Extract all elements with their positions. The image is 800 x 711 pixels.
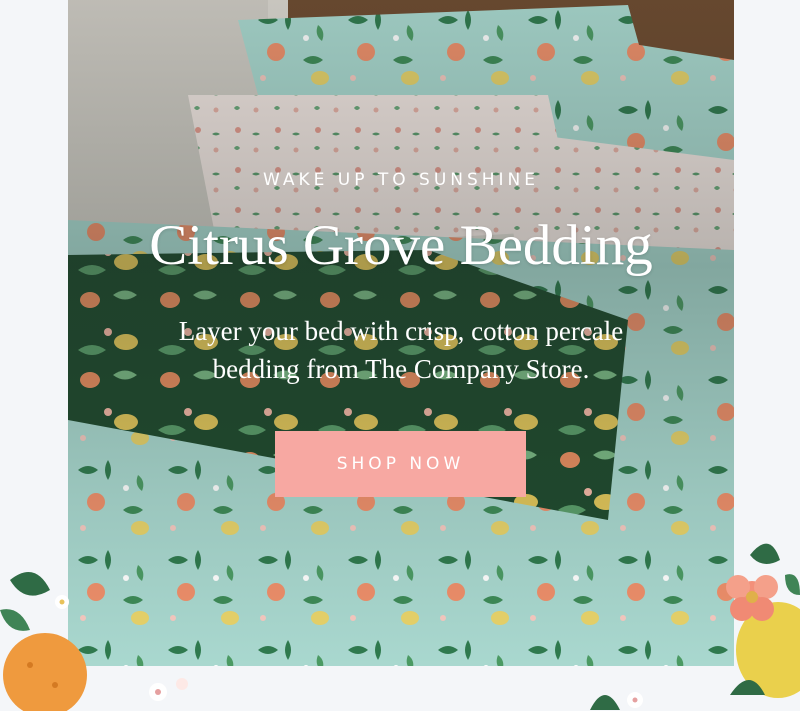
blossom-flower-icon <box>176 678 188 690</box>
leaf-icon <box>10 572 50 596</box>
hero-subtitle-line-1: Layer your bed with crisp, cotton percal… <box>178 316 624 346</box>
blossom-decoration-bottom-left <box>149 678 188 701</box>
leaf-icon <box>750 543 780 564</box>
hero-banner[interactable]: WAKE UP TO SUNSHINE Citrus Grove Bedding… <box>68 0 734 666</box>
hero-subtitle-line-2: bedding from The Company Store. <box>212 354 590 384</box>
leaf-icon <box>0 609 30 631</box>
hero-title: Citrus Grove Bedding <box>149 214 653 277</box>
leaf-decoration-bottom <box>590 692 643 710</box>
orange-fruit-icon <box>3 633 87 711</box>
citrus-decoration-right <box>726 543 800 698</box>
citrus-decoration-left <box>0 572 87 711</box>
hero-eyebrow: WAKE UP TO SUNSHINE <box>262 170 540 190</box>
leaf-icon <box>590 695 620 710</box>
blossom-flower-icon <box>726 575 778 621</box>
leaf-icon <box>785 574 800 595</box>
hero-subtitle: Layer your bed with crisp, cotton percal… <box>68 312 734 388</box>
shop-now-button[interactable]: SHOP NOW <box>275 431 526 497</box>
